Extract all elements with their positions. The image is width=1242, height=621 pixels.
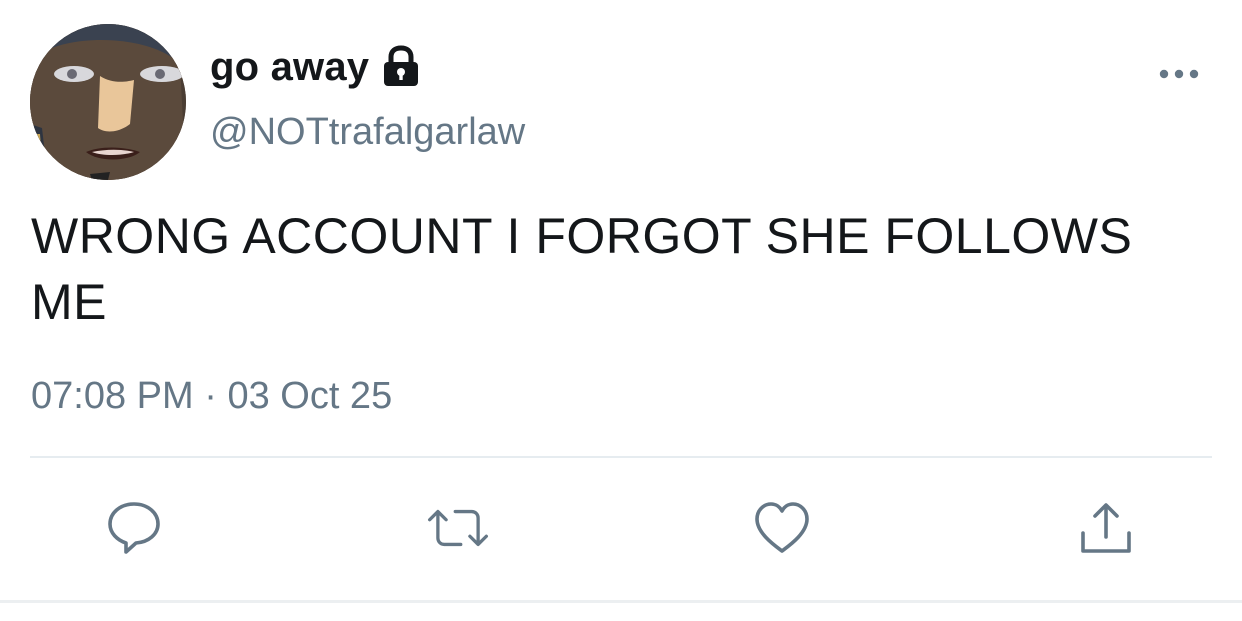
tweet-date: 03 Oct 25 <box>227 375 393 417</box>
lock-icon <box>381 45 421 89</box>
share-button[interactable] <box>1074 496 1138 560</box>
like-button[interactable] <box>750 496 814 560</box>
timestamp-separator: · <box>204 375 217 417</box>
more-icon[interactable] <box>1158 62 1200 86</box>
tweet-time: 07:08 PM <box>31 375 194 417</box>
reply-icon <box>108 502 160 554</box>
display-name[interactable]: go away <box>210 45 369 90</box>
display-name-row: go away <box>210 40 421 94</box>
bottom-border <box>0 600 1242 603</box>
user-handle[interactable]: @NOTtrafalgarlaw <box>210 108 525 156</box>
retweet-icon <box>428 509 488 547</box>
tweet-timestamp[interactable]: 07:08 PM · 03 Oct 25 <box>31 372 392 420</box>
share-icon <box>1081 503 1131 553</box>
avatar[interactable] <box>30 24 186 180</box>
heart-icon <box>755 502 809 553</box>
tweet-text: WRONG ACCOUNT I FORGOT SHE FOLLOWS ME <box>31 208 1133 330</box>
retweet-button[interactable] <box>426 496 490 560</box>
reply-button[interactable] <box>102 496 166 560</box>
tweet-actions <box>0 496 1242 566</box>
tweet-card: go away @NOTtrafalgarlaw WRONG ACCOUNT I… <box>0 0 1242 621</box>
avatar-image <box>30 24 186 180</box>
divider <box>30 456 1212 458</box>
